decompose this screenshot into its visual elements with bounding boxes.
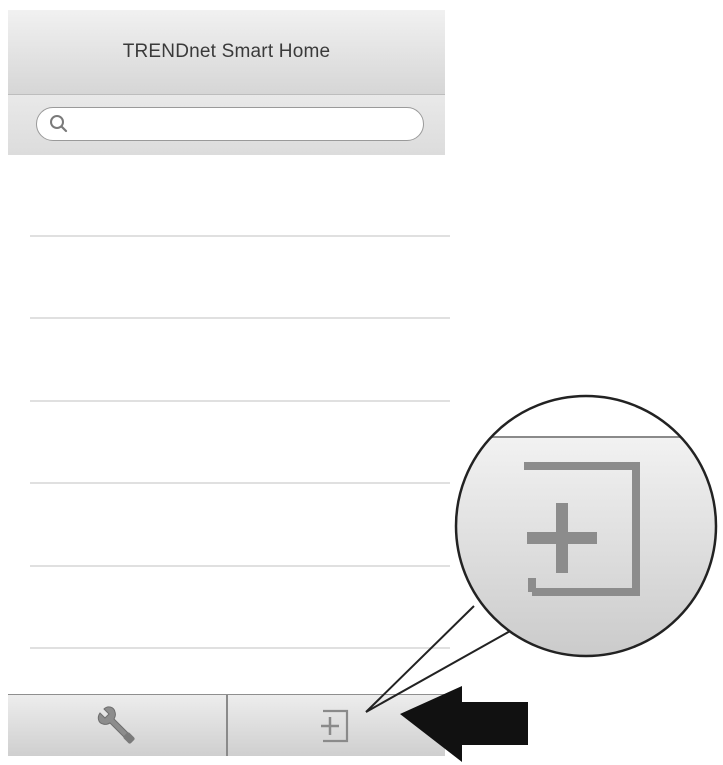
app-screen: TRENDnet Smart Home	[8, 10, 450, 756]
list-item-separator	[30, 647, 450, 649]
list-item-separator	[30, 235, 450, 237]
tab-add-device[interactable]	[227, 695, 445, 756]
search-icon	[50, 115, 68, 133]
page-title: TRENDnet Smart Home	[122, 41, 331, 62]
search-field[interactable]	[36, 107, 424, 141]
navigation-bar: TRENDnet Smart Home	[8, 10, 445, 95]
list-item-separator	[30, 317, 450, 319]
add-device-icon	[524, 462, 640, 596]
list-item-separator	[30, 482, 450, 484]
wrench-icon	[97, 706, 135, 744]
tab-settings[interactable]	[8, 695, 226, 756]
add-device-icon	[321, 709, 349, 743]
list-item-separator	[30, 400, 450, 402]
tab-bar	[8, 694, 445, 756]
search-bar	[8, 95, 445, 155]
list-item-separator	[30, 565, 450, 567]
search-input[interactable]	[75, 111, 409, 137]
